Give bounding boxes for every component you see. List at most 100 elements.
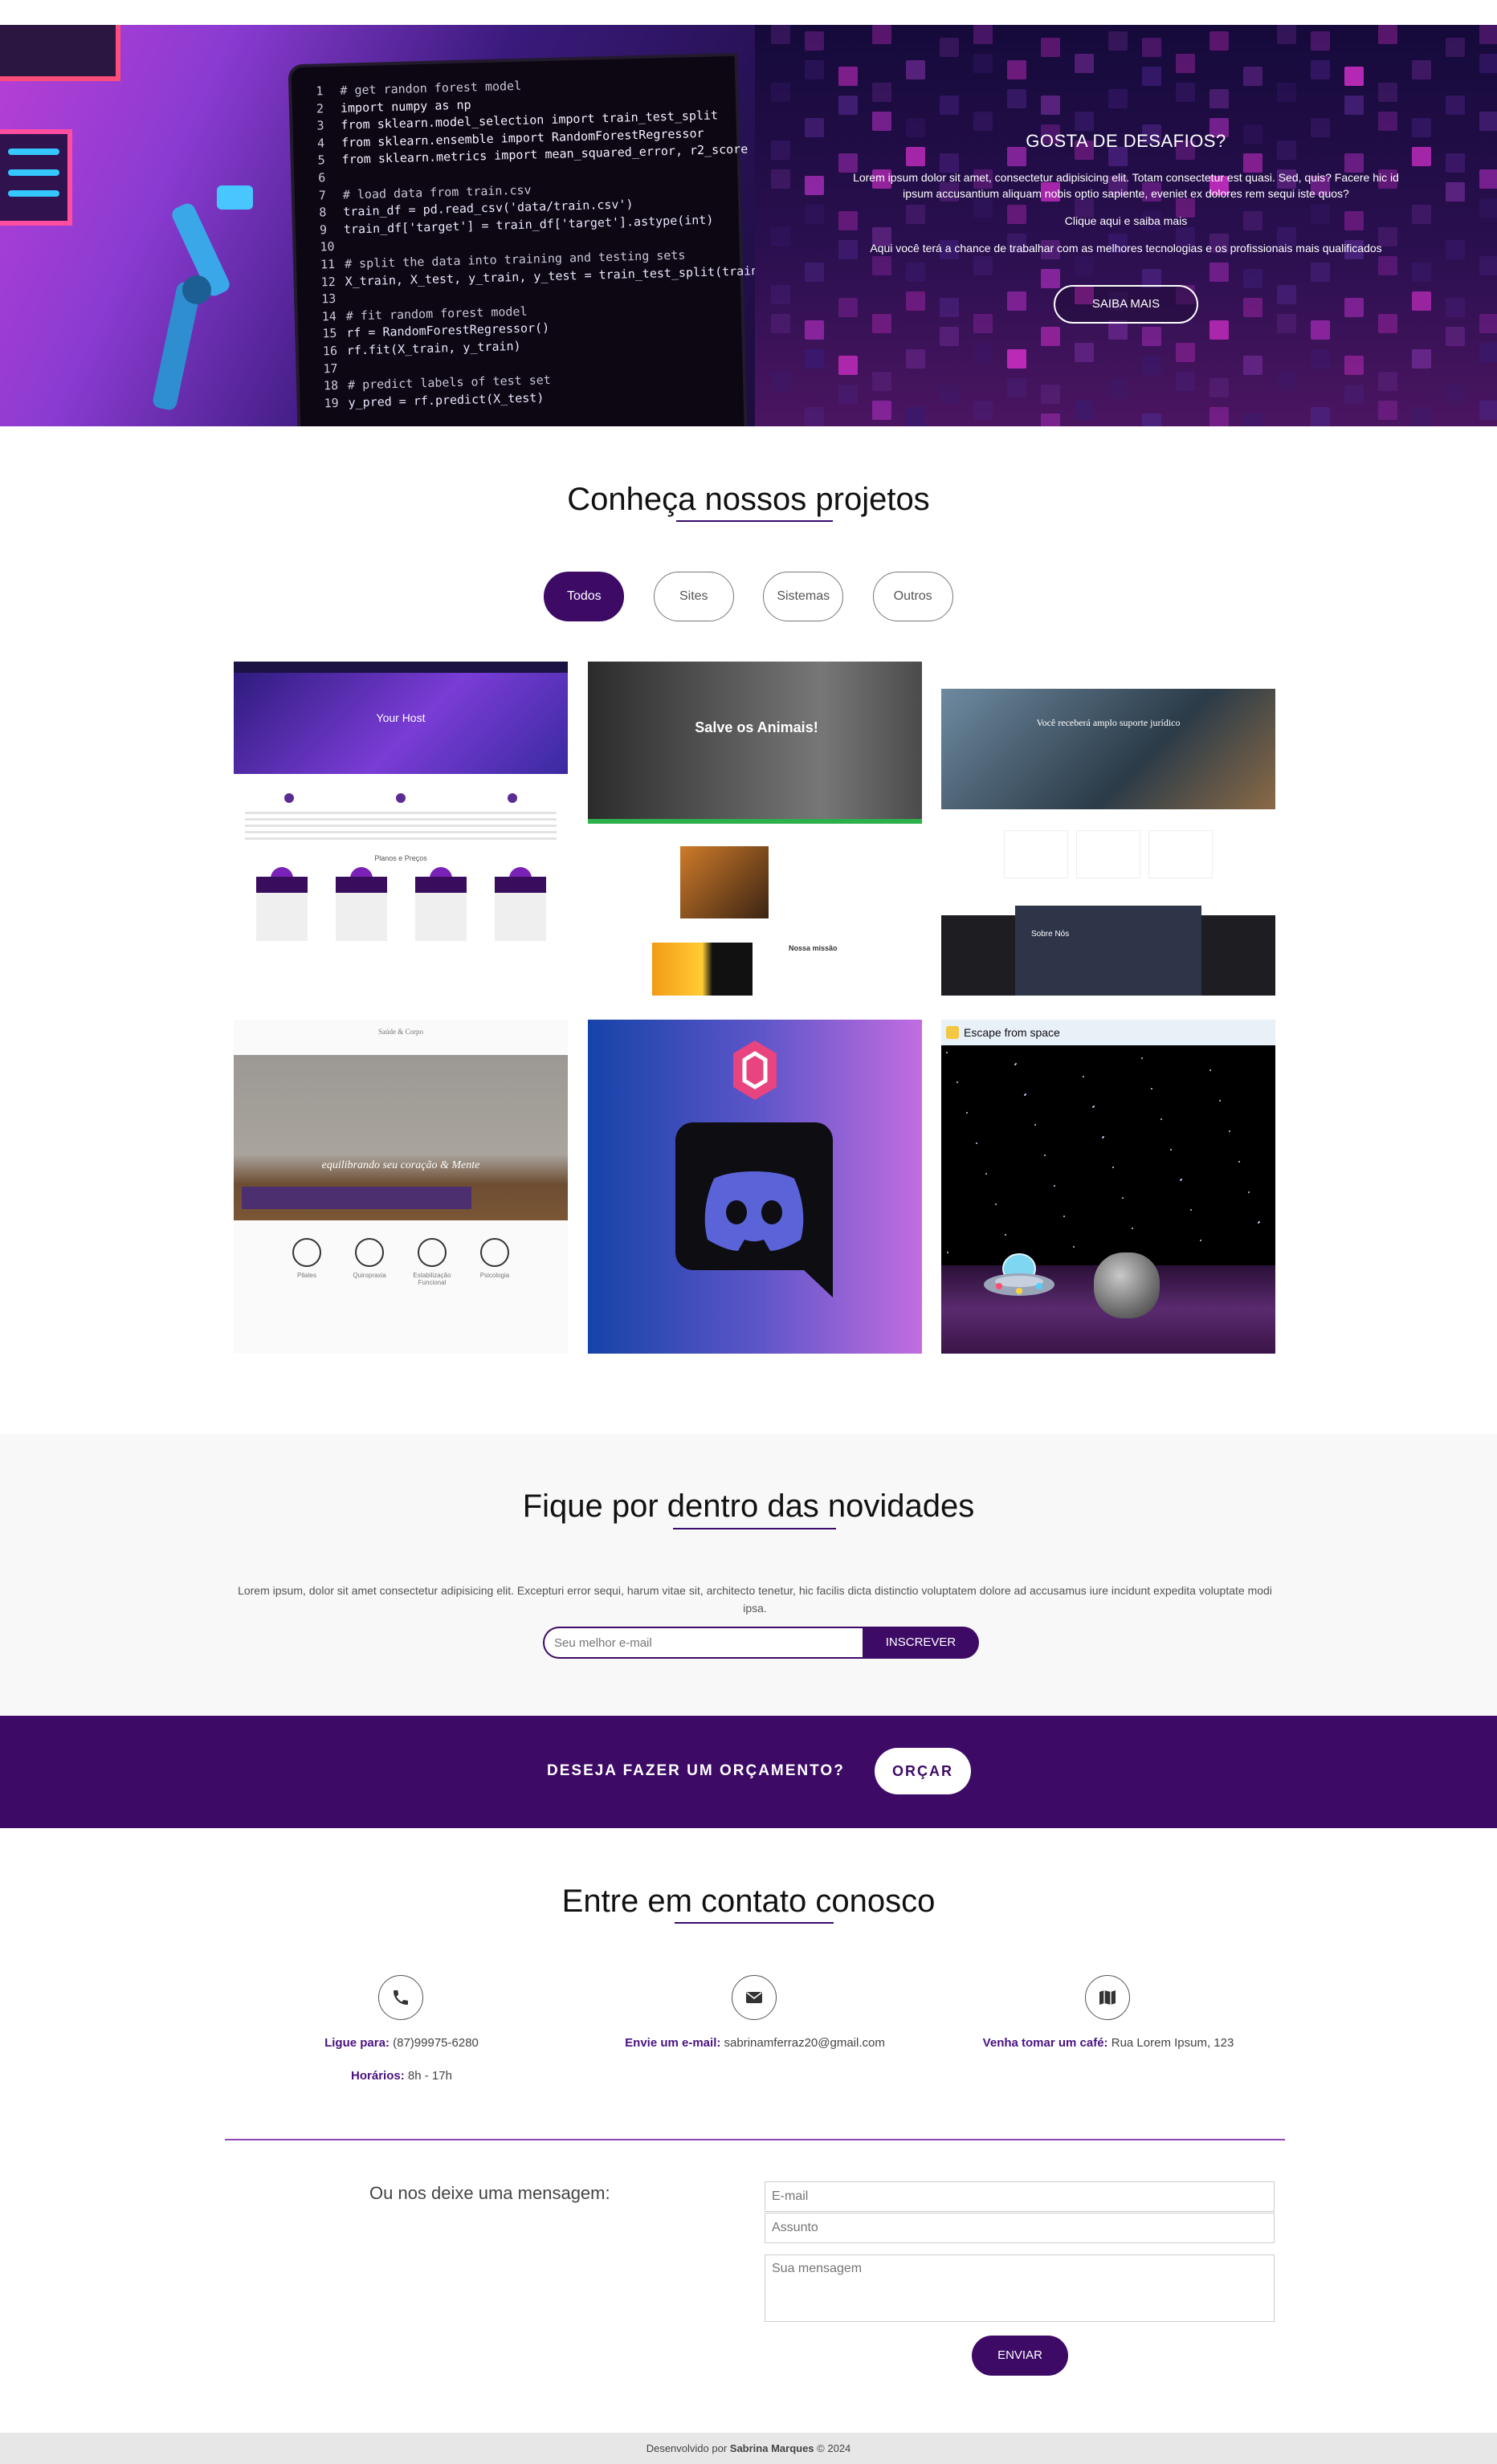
subscribe-button[interactable]: INSCREVER xyxy=(863,1627,979,1659)
contact-email: Envie um e-mail: sabrinamferraz20@gmail.… xyxy=(594,2036,916,2050)
phone-icon xyxy=(378,1975,423,2020)
star xyxy=(1209,1069,1211,1071)
budget-banner: DESEJA FAZER UM ORÇAMENTO? ORÇAR xyxy=(0,1716,1497,1828)
code-listing: 1 # get randon forest model 2 import numpy … xyxy=(316,68,755,413)
newsletter-email-input[interactable] xyxy=(543,1627,864,1659)
star xyxy=(1190,1209,1192,1211)
hero-title: GOSTA DE DESAFIOS? xyxy=(1026,131,1226,151)
star xyxy=(1034,1124,1036,1126)
envelope-icon xyxy=(732,1975,777,2020)
contact-phone: Ligue para: (87)99975-6280 xyxy=(273,2036,530,2050)
asteroid-icon xyxy=(1094,1252,1160,1318)
hero-paragraph-2: Aqui você terá a chance de trabalhar com… xyxy=(870,242,1382,255)
card-animals-mission: Nossa missão xyxy=(789,944,838,952)
star xyxy=(1219,1100,1221,1102)
filter-todos-button[interactable]: Todos xyxy=(544,572,625,621)
contact-message-field[interactable] xyxy=(765,2254,1275,2322)
star xyxy=(995,1203,997,1205)
star xyxy=(947,1252,948,1253)
card-law-banner: Você receberá amplo suporte jurídico xyxy=(1036,717,1181,728)
hero-banner: 1 # get randon forest model 2 import numpy … xyxy=(0,25,1497,426)
title-underline xyxy=(676,520,833,522)
monkey-image xyxy=(680,846,769,918)
filter-sistemas-button[interactable]: Sistemas xyxy=(763,572,844,621)
star xyxy=(1238,1161,1240,1163)
robot-arm-icon xyxy=(153,185,253,410)
star xyxy=(976,1142,977,1144)
star xyxy=(1063,1216,1065,1217)
star xyxy=(1093,1106,1095,1107)
card-yoga-logo: Saúde & Corpo xyxy=(378,1028,423,1036)
hexagon-logo-icon xyxy=(733,1041,777,1100)
filter-sites-button[interactable]: Sites xyxy=(653,572,734,621)
star xyxy=(1122,1197,1124,1199)
star xyxy=(1200,1240,1201,1241)
newsletter-section: Fique por dentro das novidades Lorem ips… xyxy=(0,1434,1497,1715)
project-card-discord[interactable] xyxy=(588,1020,922,1354)
send-button[interactable]: ENVIAR xyxy=(972,2336,1068,2376)
address-label: Venha tomar um café: xyxy=(982,2036,1108,2050)
contact-subject-field[interactable] xyxy=(765,2213,1275,2243)
hero-cta-panel: GOSTA DE DESAFIOS? Lorem ipsum dolor sit… xyxy=(755,25,1497,426)
phone-label: Ligue para: xyxy=(324,2036,390,2050)
star xyxy=(1160,1118,1162,1120)
title-underline xyxy=(675,1922,834,1924)
address-value: Rua Lorem Ipsum, 123 xyxy=(1111,2036,1234,2050)
footer-author: Sabrina Marques xyxy=(729,2442,814,2454)
star xyxy=(957,1081,958,1083)
star xyxy=(1044,1155,1046,1156)
hero-paragraph: Lorem ipsum dolor sit amet, consectetur … xyxy=(853,171,1399,200)
email-label: Envie um e-mail: xyxy=(625,2036,721,2050)
star xyxy=(1073,1246,1075,1248)
code-line-text: # get randon forest model xyxy=(340,78,522,98)
hero-link-text[interactable]: Clique aqui e saiba mais xyxy=(837,213,1415,229)
code-line-text: import numpy as np xyxy=(340,97,471,116)
star xyxy=(966,1112,968,1114)
star xyxy=(1132,1228,1133,1229)
saiba-mais-button[interactable]: SAIBA MAIS xyxy=(1054,285,1198,324)
code-monitor: 1 # get randon forest model 2 import numpy … xyxy=(288,52,755,426)
newsletter-title: Fique por dentro das novidades xyxy=(522,1489,975,1524)
card-space-title: Escape from space xyxy=(964,1026,1060,1039)
project-card-law[interactable]: Você receberá amplo suporte jurídico Sob… xyxy=(941,662,1275,996)
card-yoga-icon-label: Quiropraxia xyxy=(353,1272,386,1279)
project-card-animals[interactable]: Salve os Animais! Nossa missão xyxy=(588,662,922,996)
orcar-button[interactable]: ORÇAR xyxy=(875,1748,971,1794)
code-line-text: rf.fit(X_train, y_train) xyxy=(346,338,521,358)
star xyxy=(1015,1063,1017,1065)
star xyxy=(1151,1088,1152,1089)
neon-sign-decoration xyxy=(0,25,120,81)
card-yoga-icon-label: Psicologia xyxy=(479,1272,510,1279)
project-card-host[interactable]: Your Host Planos e Preços xyxy=(234,662,568,996)
star xyxy=(1083,1076,1084,1077)
star xyxy=(1181,1179,1182,1180)
game-window-icon xyxy=(946,1026,959,1039)
project-filters: Todos Sites Sistemas Outros xyxy=(0,572,1497,621)
star xyxy=(946,1052,948,1053)
star xyxy=(985,1173,987,1175)
hours-label: Horários: xyxy=(351,2069,405,2083)
phone-value[interactable]: (87)99975-6280 xyxy=(393,2036,479,2050)
budget-label: DESEJA FAZER UM ORÇAMENTO? xyxy=(547,1762,845,1779)
star xyxy=(1103,1136,1104,1138)
projects-title: Conheça nossos projetos xyxy=(567,482,930,517)
contact-address: Venha tomar um café: Rua Lorem Ipsum, 12… xyxy=(948,2036,1269,2050)
message-label: Ou nos deixe uma mensagem: xyxy=(369,2183,610,2203)
contact-email-field[interactable] xyxy=(765,2181,1275,2212)
title-underline xyxy=(673,1528,836,1529)
project-card-space-game[interactable]: Escape from space xyxy=(941,1020,1275,1354)
star xyxy=(1112,1167,1114,1168)
toucan-image xyxy=(652,943,753,996)
filter-outros-button[interactable]: Outros xyxy=(872,572,953,621)
code-line-text: # fit random forest model xyxy=(345,303,528,324)
card-yoga-icon-label: Pilates xyxy=(296,1272,316,1279)
card-animals-banner: Salve os Animais! xyxy=(695,719,818,735)
discord-icon xyxy=(675,1122,833,1297)
star xyxy=(1054,1185,1055,1187)
contact-title: Entre em contato conosco xyxy=(561,1884,936,1919)
card-yoga-icon-label: Estabilização Funcional xyxy=(413,1272,451,1286)
email-value[interactable]: sabrinamferraz20@gmail.com xyxy=(724,2036,885,2050)
card-host-plans-title: Planos e Preços xyxy=(374,854,427,862)
project-card-yoga[interactable]: Saúde & Corpo equilibrando seu coração &… xyxy=(234,1020,568,1354)
map-icon xyxy=(1085,1975,1130,2020)
